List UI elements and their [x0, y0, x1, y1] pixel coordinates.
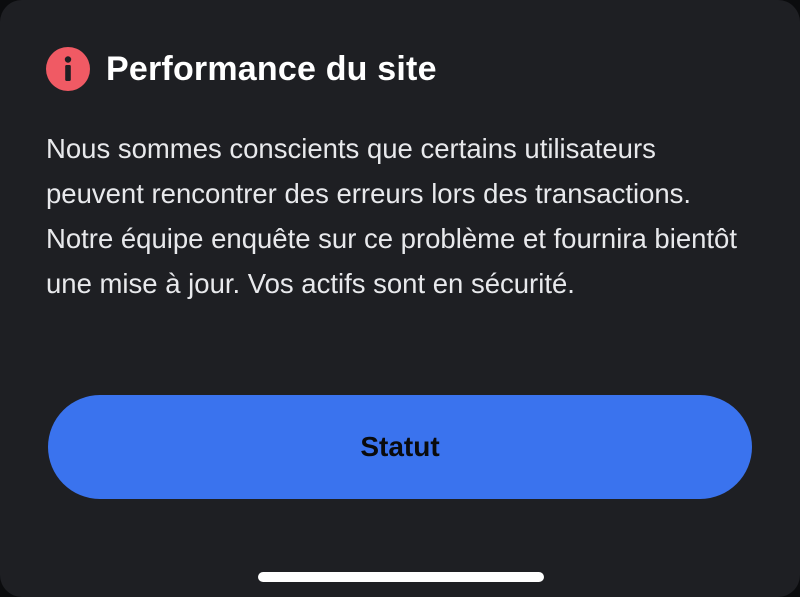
status-button-label: Statut [360, 431, 440, 462]
dialog-title: Performance du site [106, 49, 437, 88]
status-button[interactable]: Statut [48, 395, 752, 499]
home-indicator[interactable] [258, 572, 544, 582]
dialog-message: Nous sommes conscients que certains util… [46, 133, 737, 299]
dialog-header: Performance du site [46, 46, 437, 92]
site-performance-sheet: Performance du site Nous sommes conscien… [0, 0, 800, 597]
info-icon [46, 47, 90, 91]
